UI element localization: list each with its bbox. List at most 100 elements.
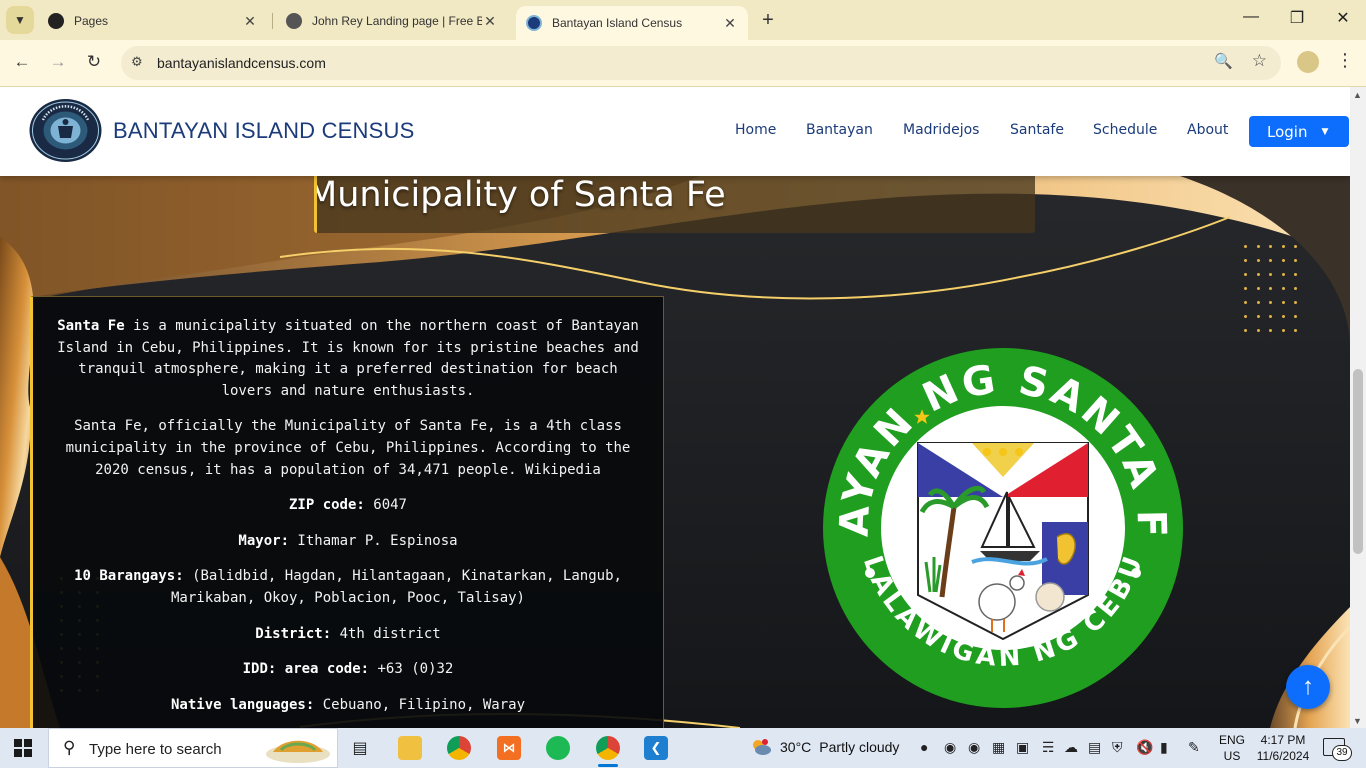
language-code: ENG [1219,733,1246,747]
scroll-down-arrow-icon[interactable]: ▼ [1353,716,1362,726]
site-navbar: BANTAYAN ISLAND CENSUS Home Bantayan Mad… [0,87,1350,176]
shield-icon[interactable]: ⛨ [1112,739,1123,756]
tray-icon[interactable]: ◉ [944,739,956,756]
globe-icon [286,13,302,29]
login-label: Login [1267,122,1308,141]
bookmark-star-icon[interactable]: ☆ [1252,51,1267,71]
nav-home[interactable]: Home [735,122,776,138]
windows-start-icon[interactable] [14,739,32,757]
taskbar-clock[interactable]: 4:17 PM 11/6/2024 [1254,732,1312,764]
battery-icon[interactable]: ▮ [1160,739,1168,756]
login-dropdown-button[interactable]: Login ▼ [1249,116,1349,147]
clock-date: 11/6/2024 [1256,749,1310,763]
fact-idd: IDD: area code: +63 (0)32 [57,659,639,681]
language-indicator[interactable]: ENG US [1219,732,1245,764]
decorative-dot [1256,245,1260,248]
municipality-info-card: Santa Fe is a municipality situated on t… [30,296,664,728]
back-button[interactable]: ← [10,52,34,72]
fact-district: District: 4th district [57,624,639,646]
minimize-button[interactable]: — [1239,8,1263,26]
close-tab-icon[interactable]: ✕ [482,13,498,30]
nav-schedule[interactable]: Schedule [1093,122,1157,138]
fact-value: 4th district [331,625,441,642]
decorative-dot [1256,259,1260,262]
fact-mayor: Mayor: Ithamar P. Espinosa [57,531,639,553]
xampp-tray-icon[interactable]: ▦ [992,739,1005,756]
decorative-dot [1294,259,1297,262]
tab-search-button[interactable]: ▼ [6,6,34,34]
github-icon [48,13,64,29]
close-window-button[interactable]: ✕ [1331,8,1355,28]
new-tab-button[interactable]: + [758,8,778,32]
profile-avatar[interactable] [1297,51,1319,73]
nav-madridejos[interactable]: Madridejos [903,122,979,138]
decorative-dot [1269,315,1272,318]
page-scrollbar[interactable]: ▲ ▼ [1350,87,1366,728]
tray-icon[interactable]: ▤ [1088,739,1101,756]
nav-santafe[interactable]: Santafe [1010,122,1064,138]
search-placeholder: Type here to search [89,741,222,758]
fact-label: Mayor: [238,532,289,549]
close-tab-icon[interactable]: ✕ [242,13,258,30]
decorative-dot [1256,273,1260,276]
tab-pages[interactable]: Pages ✕ [38,6,268,36]
vscode-icon[interactable]: ❮ [644,736,668,760]
wifi-icon[interactable]: ☴ [1042,739,1055,756]
intro-paragraph: Santa Fe is a municipality situated on t… [57,316,639,402]
tab-separator [272,13,273,29]
decorative-dot [1244,259,1247,262]
omnibox[interactable]: ⚙ bantayanislandcensus.com 🔍 ☆ [121,46,1281,80]
decorative-dot [1269,329,1272,332]
spotify-tray-icon[interactable]: ● [920,739,928,755]
spotify-icon[interactable] [546,736,570,760]
chrome-icon[interactable] [447,736,471,760]
tab-title: Pages [74,14,109,28]
decorative-dot [1281,273,1285,276]
notification-center-icon[interactable]: 39 [1323,738,1352,761]
browser-menu-icon[interactable]: ⋮ [1336,50,1354,71]
decorative-dot [1256,301,1260,304]
zoom-icon[interactable]: 🔍 [1214,52,1233,70]
site-favicon [526,15,542,31]
volume-muted-icon[interactable]: 🔇 [1136,739,1153,756]
intro-bold: Santa Fe [57,318,125,334]
forward-button[interactable]: → [46,52,70,72]
decorative-dot [1294,273,1297,276]
taskbar-search-box[interactable]: ⚲ Type here to search [48,728,338,768]
cloud-icon[interactable]: ☁ [1064,739,1078,756]
back-to-top-button[interactable]: ↑ [1286,665,1330,709]
decorative-dot [1269,287,1272,290]
tray-icon[interactable]: ▣ [1016,739,1029,756]
scrollbar-thumb[interactable] [1353,369,1363,554]
santa-fe-seal: BAYAN NG SANTA FE LALAWIGAN NG CEBU [822,347,1183,708]
nav-bantayan[interactable]: Bantayan [806,122,873,138]
tab-strip: ▼ Pages ✕ John Rey Landing page | Free B… [0,0,1366,40]
tab-landing-page[interactable]: John Rey Landing page | Free B ✕ [276,6,508,36]
pen-icon[interactable]: ✎ [1188,739,1200,756]
close-tab-icon[interactable]: ✕ [722,15,738,32]
tray-icon[interactable]: ◉ [968,739,980,756]
nav-about[interactable]: About [1187,122,1228,138]
task-view-icon[interactable]: ▤ [348,736,372,760]
weather-widget[interactable]: 30°C Partly cloudy [750,738,899,756]
tab-bantayan-census[interactable]: Bantayan Island Census ✕ [516,6,748,40]
decorative-dot [1269,259,1272,262]
fact-label: District: [255,625,332,642]
caret-down-icon: ▼ [1321,126,1329,137]
description-paragraph: Santa Fe, officially the Municipality of… [65,418,631,478]
decorative-dot [1281,245,1285,248]
search-icon: ⚲ [63,738,76,757]
url-text[interactable]: bantayanislandcensus.com [157,55,326,71]
site-info-icon[interactable]: ⚙ [131,54,143,70]
windows-taskbar: ⚲ Type here to search ▤ ⋈ ❮ 30°C Partly … [0,728,1366,768]
xampp-icon[interactable]: ⋈ [497,736,521,760]
file-explorer-icon[interactable] [398,736,422,760]
scroll-up-arrow-icon[interactable]: ▲ [1353,90,1362,100]
decorative-dot [1294,287,1297,290]
reload-button[interactable]: ↻ [82,52,106,72]
notification-count: 39 [1332,745,1352,761]
restore-button[interactable]: ❐ [1285,8,1309,28]
chrome-profile-icon[interactable] [596,736,620,767]
brand-logo[interactable] [28,98,103,163]
brand-name[interactable]: BANTAYAN ISLAND CENSUS [113,118,414,144]
